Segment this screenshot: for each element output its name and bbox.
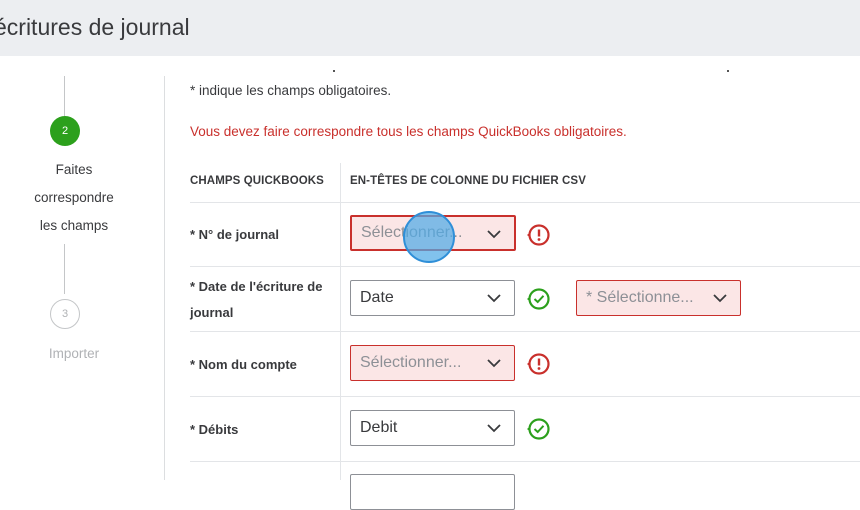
step-2-circle: 2	[50, 116, 80, 146]
error-exclamation-icon	[527, 224, 550, 246]
field-label-debits: * Débits	[190, 422, 239, 437]
field-label-journal-number: * N° de journal	[190, 227, 279, 242]
row-divider	[190, 461, 860, 462]
journal-date-format-select[interactable]: * Sélectionne...	[576, 280, 741, 316]
row-divider	[190, 266, 860, 267]
error-exclamation-icon	[527, 353, 550, 375]
step-3-circle: 3	[50, 299, 80, 329]
step-connector	[64, 76, 65, 116]
chevron-down-icon	[487, 230, 501, 239]
field-mapping-panel: * indique les champs obligatoires. Vous …	[165, 56, 860, 510]
select-value: * Sélectionne...	[586, 289, 694, 306]
account-name-select[interactable]: Sélectionner...	[350, 345, 515, 381]
field-label-journal-date: * Date de l'écriture de journal	[190, 279, 323, 320]
column-divider	[340, 163, 341, 480]
chevron-down-icon	[487, 294, 501, 303]
row-divider	[190, 331, 860, 332]
check-circle-icon	[527, 418, 550, 440]
field-label-account-name: * Nom du compte	[190, 357, 297, 372]
journal-date-select[interactable]: Date	[350, 280, 515, 316]
required-fields-note: * indique les champs obligatoires.	[190, 83, 392, 98]
row-divider	[190, 396, 860, 397]
scroll-artifact	[333, 70, 335, 72]
chevron-down-icon	[487, 424, 501, 433]
scroll-artifact	[727, 70, 729, 72]
step-3-label: Importer	[48, 346, 100, 361]
check-circle-icon	[527, 288, 550, 310]
step-connector	[64, 244, 65, 294]
click-indicator	[403, 211, 455, 263]
mapping-error-message: Vous devez faire correspondre tous les c…	[190, 124, 627, 139]
step-2-label: Faites correspondre les champs	[34, 162, 114, 233]
column-header-quickbooks: CHAMPS QUICKBOOKS	[190, 175, 324, 187]
chevron-down-icon	[713, 294, 727, 303]
column-header-csv: EN-TÊTES DE COLONNE DU FICHIER CSV	[350, 175, 586, 187]
select-value: Date	[360, 289, 394, 306]
import-stepper: 2 Faites correspondre les champs 3 Impor…	[0, 56, 165, 480]
select-value: Debit	[360, 419, 398, 436]
page-title: écritures de journal	[0, 14, 190, 40]
row-divider	[190, 202, 860, 203]
next-row-select[interactable]	[350, 474, 515, 510]
chevron-down-icon	[487, 359, 501, 368]
page-header: écritures de journal	[0, 0, 860, 56]
select-value: Sélectionner...	[360, 354, 462, 371]
debits-select[interactable]: Debit	[350, 410, 515, 446]
